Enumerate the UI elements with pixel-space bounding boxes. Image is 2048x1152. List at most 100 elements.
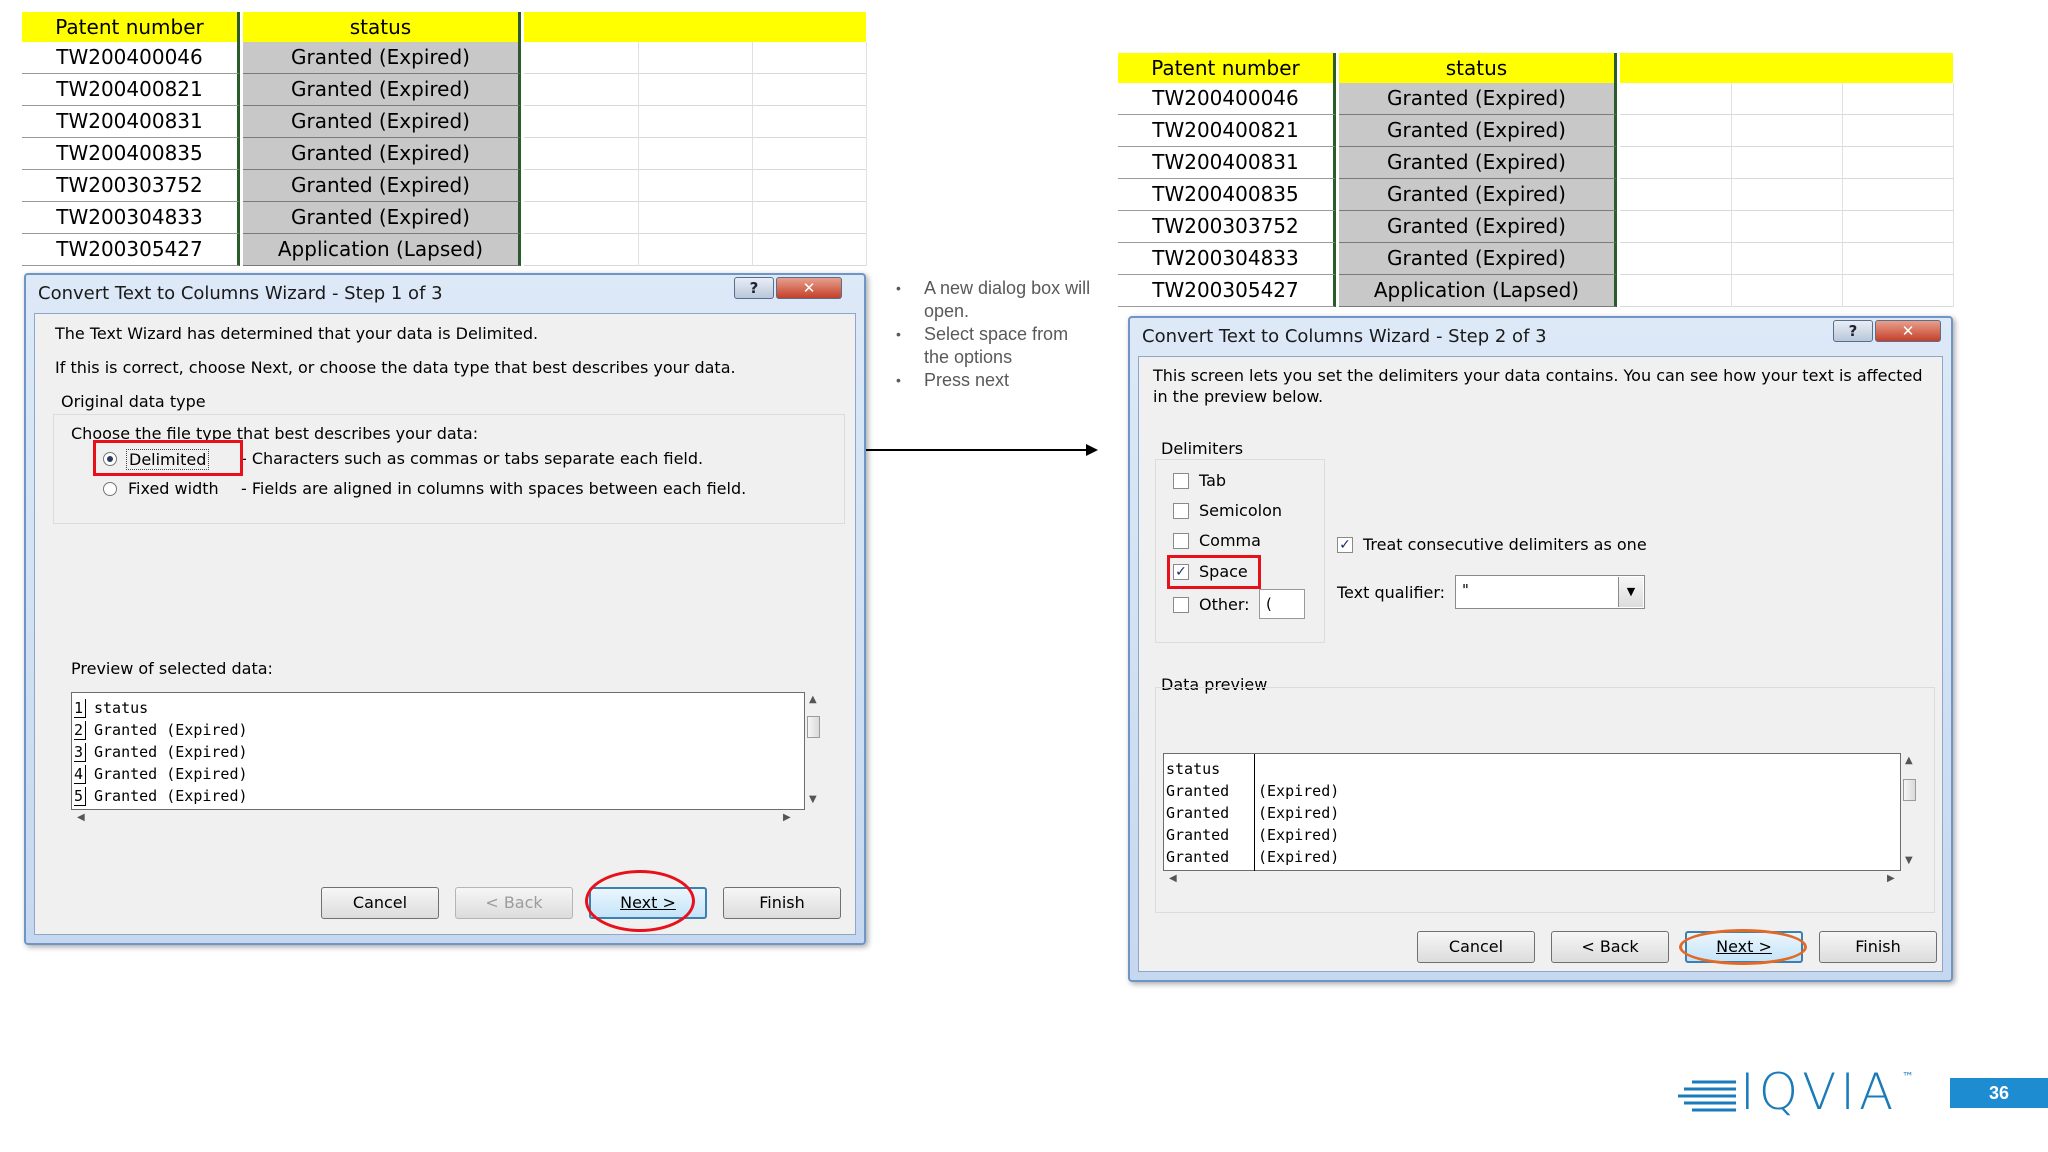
consecutive-label[interactable]: Treat consecutive delimiters as one (1363, 535, 1647, 554)
patent-number-cell[interactable]: TW200400046 (1118, 83, 1336, 115)
scroll-thumb[interactable] (1903, 779, 1916, 801)
header-status-right[interactable]: status (1339, 53, 1617, 83)
right-spreadsheet: Patent number status TW200400046 Granted … (1118, 53, 1954, 315)
close-button[interactable]: ✕ (1875, 320, 1941, 342)
status-cell[interactable]: Application (Lapsed) (1339, 275, 1617, 307)
table-row: TW200400835 Granted (Expired) (1118, 179, 1953, 211)
patent-number-cell[interactable]: TW200304833 (22, 202, 240, 234)
other-input[interactable]: ( (1259, 589, 1305, 619)
patent-number-cell[interactable]: TW200303752 (1118, 211, 1336, 243)
preview-cell-col2: (Expired) (1258, 848, 1340, 866)
status-cell[interactable]: Granted (Expired) (243, 202, 521, 234)
status-cell[interactable]: Granted (Expired) (243, 74, 521, 106)
semicolon-label[interactable]: Semicolon (1199, 501, 1282, 520)
scroll-left-icon[interactable]: ◀ (1169, 873, 1177, 884)
other-label[interactable]: Other: (1199, 595, 1250, 614)
preview-column-separator (1254, 754, 1255, 872)
patent-number-cell[interactable]: TW200400046 (22, 42, 240, 74)
step2-finish-button[interactable]: Finish (1819, 931, 1937, 963)
preview-row-number: 5 (74, 787, 87, 806)
scroll-left-icon[interactable]: ◀ (77, 812, 85, 823)
scroll-right-icon[interactable]: ▶ (1887, 873, 1895, 884)
scroll-down-icon[interactable]: ▼ (1905, 855, 1913, 866)
step2-back-button[interactable]: < Back (1551, 931, 1669, 963)
step2-preview-vscroll[interactable]: ▲ ▼ (1901, 753, 1918, 871)
status-cell[interactable]: Granted (Expired) (1339, 179, 1617, 211)
chevron-down-icon[interactable]: ▼ (1618, 577, 1643, 607)
patent-number-cell[interactable]: TW200305427 (22, 234, 240, 266)
step1-preview-hscroll[interactable]: ◀ ▶ (71, 810, 822, 826)
scroll-right-icon[interactable]: ▶ (783, 812, 791, 823)
grid-column-line (866, 42, 867, 266)
header-patent-number[interactable]: Patent number (22, 12, 240, 42)
comma-label[interactable]: Comma (1199, 531, 1261, 550)
scroll-up-icon[interactable]: ▲ (809, 694, 817, 705)
step2-preview-hscroll[interactable]: ◀ ▶ (1163, 871, 1918, 887)
preview-cell-col1: Granted (1166, 848, 1230, 866)
help-button[interactable]: ? (1833, 320, 1873, 342)
fixed-width-description: - Fields are aligned in columns with spa… (241, 479, 747, 498)
grid-column-line (638, 42, 639, 266)
status-cell[interactable]: Granted (Expired) (1339, 147, 1617, 179)
step2-preview[interactable]: status Granted (Expired) Granted (Expired) Gr… (1163, 753, 1901, 872)
scroll-up-icon[interactable]: ▲ (1905, 755, 1913, 766)
preview-row-number: 2 (74, 721, 87, 740)
scroll-thumb[interactable] (807, 716, 820, 738)
patent-number-cell[interactable]: TW200400835 (22, 138, 240, 170)
patent-number-cell[interactable]: TW200400835 (1118, 179, 1336, 211)
status-cell[interactable]: Granted (Expired) (243, 106, 521, 138)
status-cell[interactable]: Granted (Expired) (1339, 115, 1617, 147)
preview-cell-col1: Granted (1166, 804, 1230, 822)
left-spreadsheet: Patent number status TW200400046 Granted … (22, 12, 867, 272)
help-button[interactable]: ? (734, 277, 774, 299)
close-button[interactable]: ✕ (776, 277, 842, 299)
table-row: TW200303752 Granted (Expired) (1118, 211, 1953, 243)
comma-checkbox[interactable] (1173, 533, 1189, 549)
note-item-1: A new dialog box will open. (896, 277, 1096, 323)
patent-number-cell[interactable]: TW200304833 (1118, 243, 1336, 275)
step1-preview[interactable]: 1 status 2 Granted (Expired) 3 Granted (Expir… (71, 692, 805, 810)
preview-cell-col2: (Expired) (1258, 782, 1340, 800)
table-row: TW200305427 Application (Lapsed) (1118, 275, 1953, 307)
tab-label[interactable]: Tab (1199, 471, 1226, 490)
preview-row-text: status (94, 699, 149, 717)
original-data-type-label: Original data type (61, 392, 206, 411)
status-cell[interactable]: Application (Lapsed) (243, 234, 521, 266)
patent-number-cell[interactable]: TW200305427 (1118, 275, 1336, 307)
preview-selected-label: Preview of selected data: (71, 659, 273, 678)
grid-line (1620, 306, 1953, 307)
step1-finish-button[interactable]: Finish (723, 887, 841, 919)
header-empty-right[interactable] (1620, 53, 1953, 83)
semicolon-checkbox[interactable] (1173, 503, 1189, 519)
preview-row-number: 4 (74, 765, 87, 784)
patent-number-cell[interactable]: TW200400831 (1118, 147, 1336, 179)
step1-line2: If this is correct, choose Next, or choo… (55, 358, 736, 377)
header-status[interactable]: status (243, 12, 521, 42)
status-cell[interactable]: Granted (Expired) (243, 138, 521, 170)
step1-preview-vscroll[interactable]: ▲ ▼ (805, 692, 822, 810)
fixed-width-label[interactable]: Fixed width (128, 479, 219, 498)
text-qualifier-select[interactable]: " ▼ (1455, 575, 1645, 609)
step1-cancel-button[interactable]: Cancel (321, 887, 439, 919)
header-patent-number-right[interactable]: Patent number (1118, 53, 1336, 83)
delimited-description: - Characters such as commas or tabs sepa… (241, 449, 704, 468)
status-cell[interactable]: Granted (Expired) (243, 42, 521, 74)
scroll-down-icon[interactable]: ▼ (809, 794, 817, 805)
fixed-width-radio[interactable] (103, 482, 117, 496)
step1-back-button[interactable]: < Back (455, 887, 573, 919)
patent-number-cell[interactable]: TW200400821 (22, 74, 240, 106)
patent-number-cell[interactable]: TW200400831 (22, 106, 240, 138)
consecutive-checkbox[interactable]: ✓ (1337, 537, 1353, 553)
status-cell[interactable]: Granted (Expired) (1339, 211, 1617, 243)
preview-cell-col2: (Expired) (1258, 804, 1340, 822)
patent-number-cell[interactable]: TW200400821 (1118, 115, 1336, 147)
other-checkbox[interactable] (1173, 597, 1189, 613)
step2-cancel-button[interactable]: Cancel (1417, 931, 1535, 963)
header-empty[interactable] (524, 12, 866, 42)
space-highlight (1167, 555, 1261, 589)
status-cell[interactable]: Granted (Expired) (1339, 243, 1617, 275)
tab-checkbox[interactable] (1173, 473, 1189, 489)
status-cell[interactable]: Granted (Expired) (1339, 83, 1617, 115)
status-cell[interactable]: Granted (Expired) (243, 170, 521, 202)
patent-number-cell[interactable]: TW200303752 (22, 170, 240, 202)
